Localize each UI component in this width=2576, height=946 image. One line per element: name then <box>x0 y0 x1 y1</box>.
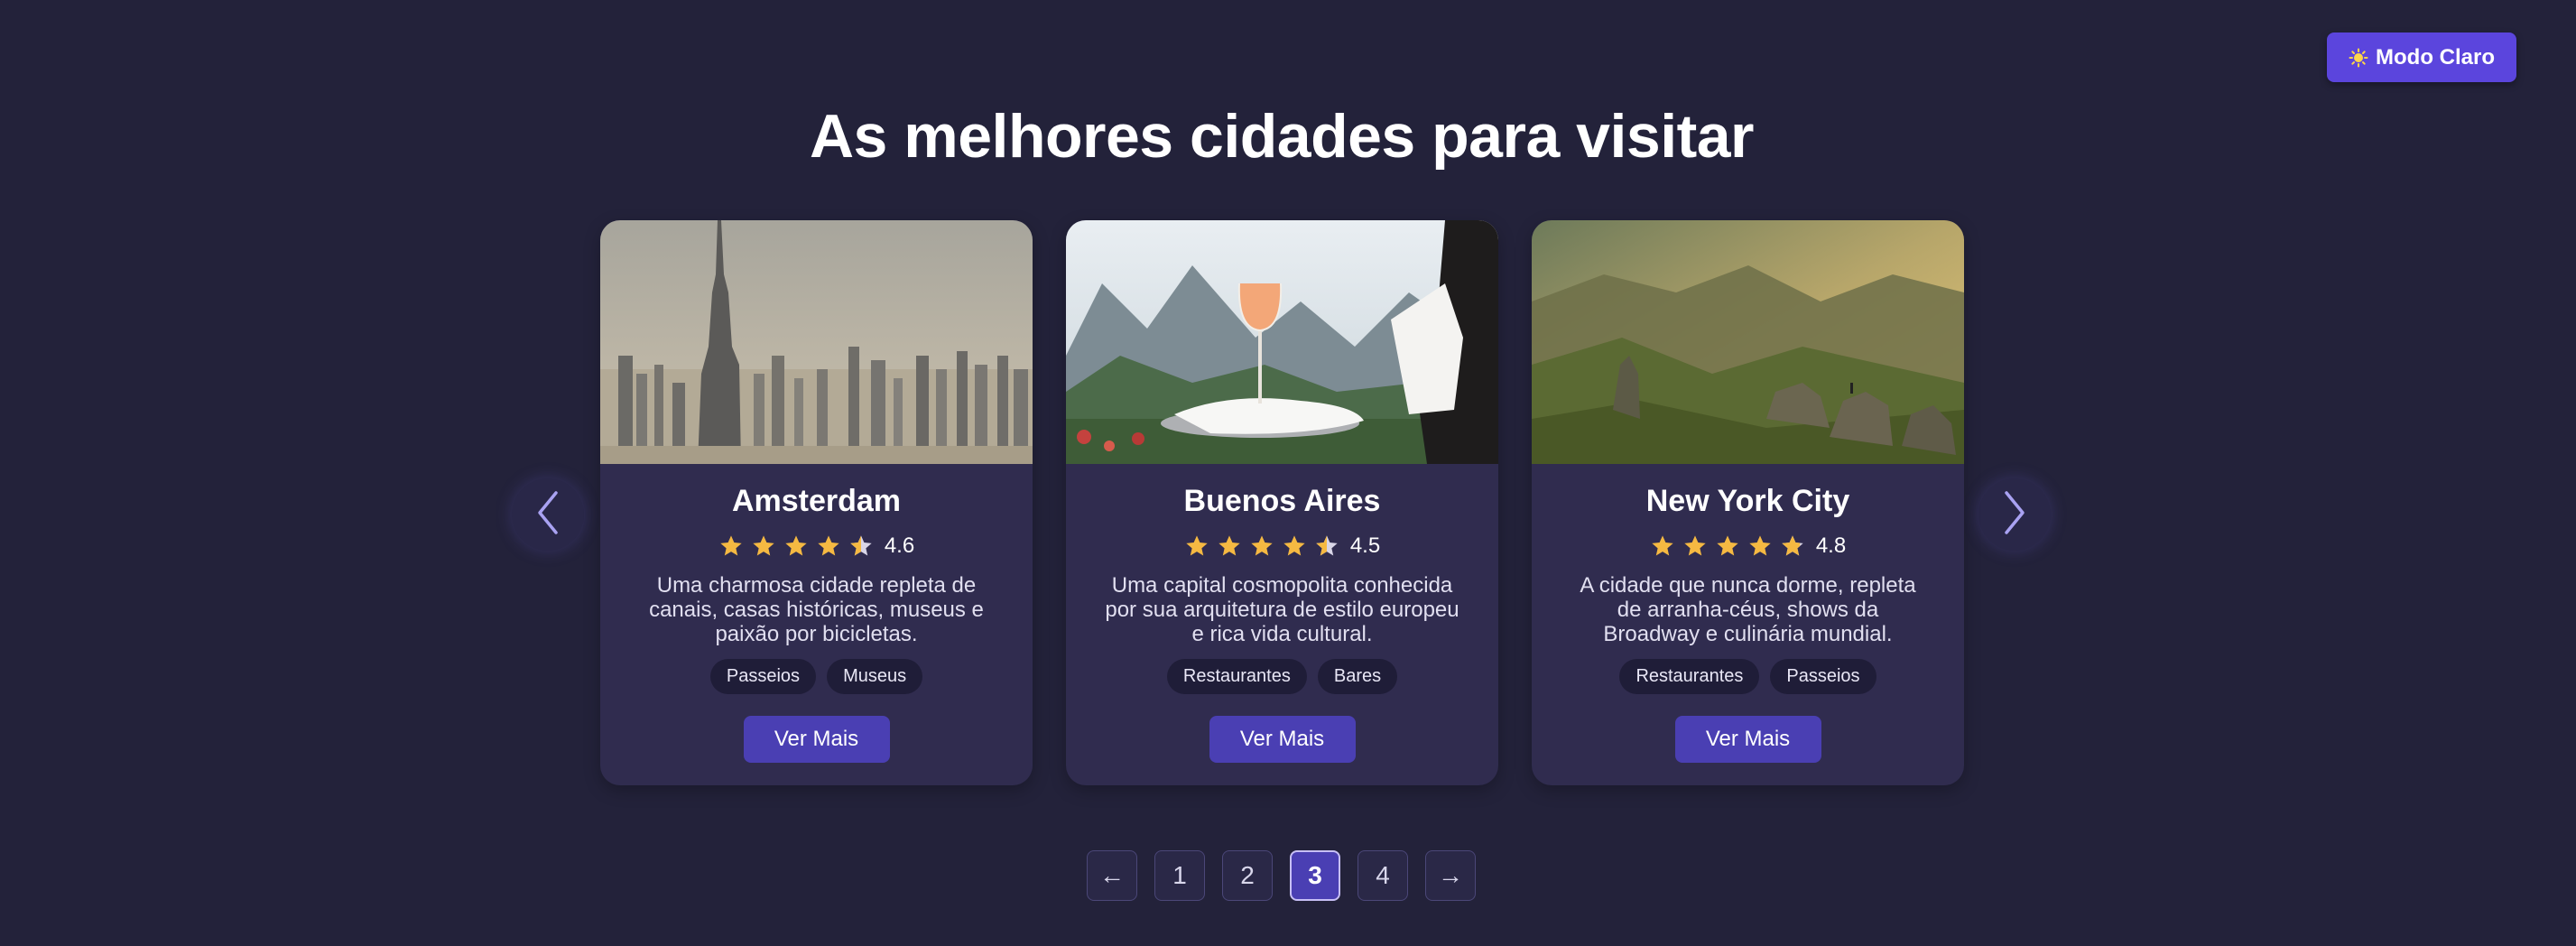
rating-value: 4.8 <box>1815 533 1847 558</box>
star-half-icon <box>848 533 874 559</box>
page: Modo Claro As melhores cidades para visi… <box>0 0 2576 946</box>
city-card: Amsterdam 4.6 Uma charmosa cidade replet… <box>600 220 1033 785</box>
page-button-3-current[interactable]: 3 <box>1290 850 1340 901</box>
tag[interactable]: Restaurantes <box>1166 659 1307 694</box>
tag-list: Passeios Museus <box>600 659 1033 694</box>
city-name: Buenos Aires <box>1183 484 1381 518</box>
page-title: As melhores cidades para visitar <box>809 102 1755 171</box>
city-image <box>1066 220 1498 464</box>
city-image <box>1532 220 1964 464</box>
star-icon <box>1184 533 1209 559</box>
theme-toggle-button[interactable]: Modo Claro <box>2327 32 2516 82</box>
tag[interactable]: Museus <box>827 659 923 694</box>
pagination: ← 1 2 3 4 → <box>1087 850 1476 901</box>
page-button-4[interactable]: 4 <box>1357 850 1408 901</box>
rating: 4.8 <box>1532 533 1964 559</box>
star-icon <box>783 533 809 559</box>
rating: 4.5 <box>1066 533 1498 559</box>
star-icon <box>1650 533 1675 559</box>
city-description: Uma charmosa cidade repleta de canais, c… <box>649 573 984 646</box>
tag[interactable]: Bares <box>1317 659 1398 694</box>
page-button-2[interactable]: 2 <box>1222 850 1273 901</box>
theme-toggle-label: Modo Claro <box>2376 44 2495 70</box>
star-icon <box>1682 533 1708 559</box>
city-name: New York City <box>1645 484 1850 518</box>
page-button-1[interactable]: 1 <box>1154 850 1205 901</box>
rating-value: 4.5 <box>1349 533 1381 558</box>
chevron-left-icon <box>533 489 563 541</box>
tag[interactable]: Restaurantes <box>1619 659 1760 694</box>
city-description: Uma capital cosmopolita conhecida por su… <box>1105 573 1459 646</box>
ver-mais-button[interactable]: Ver Mais <box>1674 716 1821 763</box>
pagination-next-button[interactable]: → <box>1425 850 1476 901</box>
city-card: Buenos Aires 4.5 Uma capital cosmopolita… <box>1066 220 1498 785</box>
tag[interactable]: Passeios <box>1770 659 1876 694</box>
carousel-prev-button[interactable] <box>512 478 584 551</box>
city-card: New York City 4.8 A cidade que nunca dor… <box>1532 220 1964 785</box>
ver-mais-button[interactable]: Ver Mais <box>743 716 890 763</box>
rating-value: 4.6 <box>884 533 915 558</box>
chevron-right-icon <box>1999 489 2030 541</box>
city-description: A cidade que nunca dorme, repleta de arr… <box>1580 573 1916 646</box>
star-icon <box>1780 533 1805 559</box>
star-icon <box>751 533 776 559</box>
carousel-next-button[interactable] <box>1978 478 2051 551</box>
tag[interactable]: Passeios <box>709 659 817 694</box>
rating: 4.6 <box>600 533 1033 559</box>
tag-list: Restaurantes Bares <box>1066 659 1498 694</box>
star-half-icon <box>1314 533 1339 559</box>
ver-mais-button[interactable]: Ver Mais <box>1209 716 1356 763</box>
tag-list: Restaurantes Passeios <box>1532 659 1964 694</box>
star-icon <box>718 533 744 559</box>
city-image <box>600 220 1033 464</box>
star-icon <box>1747 533 1773 559</box>
star-icon <box>1282 533 1307 559</box>
pagination-prev-button[interactable]: ← <box>1087 850 1137 901</box>
star-icon <box>1217 533 1242 559</box>
sun-icon <box>2349 48 2368 68</box>
city-name: Amsterdam <box>731 484 902 518</box>
star-icon <box>1249 533 1274 559</box>
star-icon <box>1715 533 1740 559</box>
star-icon <box>816 533 841 559</box>
